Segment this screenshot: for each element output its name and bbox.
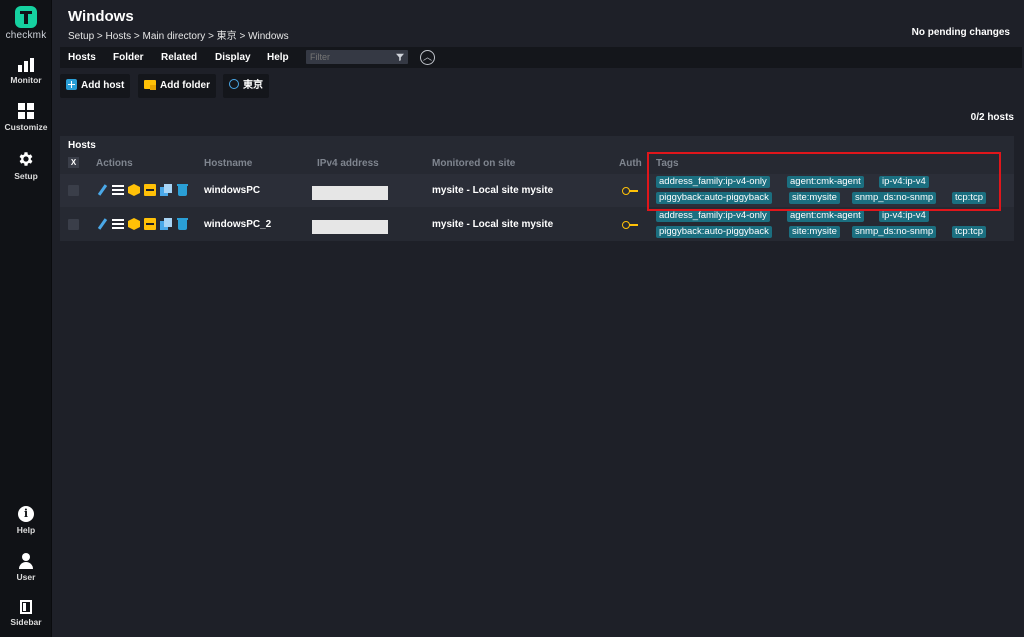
sidebar-item-label: Help — [16, 525, 36, 535]
tag-badge: tcp:tcp — [952, 192, 986, 204]
ipv4-redacted — [312, 220, 388, 234]
customize-grid-icon — [18, 103, 34, 119]
parent-folder-label: 東京 — [243, 80, 263, 91]
hostname-link[interactable]: windowsPC_2 — [204, 219, 271, 230]
add-folder-label: Add folder — [160, 80, 210, 91]
gear-icon — [19, 152, 33, 166]
sidebar-item-label: User — [16, 572, 36, 582]
services-list-icon[interactable] — [112, 184, 124, 196]
parent-folder-button[interactable]: 東京 — [223, 74, 269, 98]
add-host-label: Add host — [81, 80, 125, 91]
main-sidebar: checkmk Monitor Customize Setup i Help U… — [0, 0, 52, 637]
move-icon[interactable] — [144, 218, 156, 230]
plus-icon — [66, 78, 77, 90]
rules-hexagon-icon[interactable] — [128, 184, 140, 196]
host-count: 0/2 hosts — [970, 112, 1014, 123]
user-icon — [18, 553, 34, 569]
site-value: mysite - Local site mysite — [432, 219, 554, 230]
row-actions — [96, 218, 192, 231]
add-host-button[interactable]: Add host — [60, 74, 131, 98]
info-icon: i — [18, 506, 34, 522]
sidebar-item-label: Customize — [4, 122, 48, 132]
tag-badge: snmp_ds:no-snmp — [852, 226, 937, 238]
row-checkbox[interactable] — [68, 185, 79, 196]
table-row: windowsPC mysite - Local site mysite add… — [60, 174, 1014, 207]
filter-box — [306, 50, 408, 64]
filter-input[interactable] — [310, 50, 392, 64]
tag-badge: agent:cmk-agent — [787, 210, 864, 222]
table-row: windowsPC_2 mysite - Local site mysite a… — [60, 208, 1014, 241]
sidebar-item-customize[interactable]: Customize — [0, 102, 52, 132]
sidebar-item-label: Monitor — [10, 75, 42, 85]
row-actions — [96, 184, 192, 197]
folder-nav-icon — [229, 79, 239, 90]
row-checkbox[interactable] — [68, 219, 79, 230]
auth-key-icon — [622, 221, 638, 229]
sidebar-item-setup[interactable]: Setup — [0, 150, 52, 181]
menu-display[interactable]: Display — [215, 52, 251, 63]
column-header-actions: Actions — [96, 158, 133, 169]
page-header: Windows Setup > Hosts > Main directory >… — [52, 0, 1024, 46]
clone-icon[interactable] — [160, 218, 172, 230]
column-header-tags: Tags — [656, 158, 679, 169]
hosts-table: Hosts X Actions Hostname IPv4 address Mo… — [60, 136, 1014, 241]
edit-icon[interactable] — [96, 218, 108, 230]
clone-icon[interactable] — [160, 184, 172, 196]
auth-key-icon — [622, 187, 638, 195]
sidebar-item-label: Setup — [14, 171, 38, 181]
sidebar-toggle-icon — [20, 600, 32, 614]
breadcrumb[interactable]: Setup > Hosts > Main directory > 東京 > Wi… — [68, 27, 289, 42]
filter-icon[interactable] — [396, 53, 404, 61]
edit-icon[interactable] — [96, 184, 108, 196]
site-value: mysite - Local site mysite — [432, 185, 554, 196]
page-title: Windows — [68, 8, 134, 25]
tag-badge: snmp_ds:no-snmp — [852, 192, 937, 204]
menu-related[interactable]: Related — [161, 52, 197, 63]
page-menu-bar: Hosts Folder Related Display Help ︿ — [60, 47, 1022, 68]
collapse-toggle-icon[interactable]: ︿ — [420, 50, 435, 65]
tag-badge: agent:cmk-agent — [787, 176, 864, 188]
tag-badge: address_family:ip-v4-only — [656, 176, 770, 188]
sidebar-item-label: Sidebar — [10, 617, 42, 627]
move-icon[interactable] — [144, 184, 156, 196]
folder-icon — [144, 79, 156, 90]
tag-badge: ip-v4:ip-v4 — [879, 176, 929, 188]
sidebar-item-help[interactable]: i Help — [0, 505, 52, 535]
tag-badge: piggyback:auto-piggyback — [656, 192, 772, 204]
menu-folder[interactable]: Folder — [113, 52, 144, 63]
monitor-icon — [18, 58, 34, 72]
menu-hosts[interactable]: Hosts — [68, 52, 96, 63]
tag-badge: site:mysite — [789, 192, 840, 204]
sidebar-item-monitor[interactable]: Monitor — [0, 56, 52, 85]
select-all-toggle[interactable]: X — [68, 157, 79, 168]
column-header-hostname[interactable]: Hostname — [204, 158, 252, 169]
hostname-link[interactable]: windowsPC — [204, 185, 260, 196]
ipv4-redacted — [312, 186, 388, 200]
checkmk-logo[interactable]: checkmk — [0, 4, 52, 41]
logo-text: checkmk — [5, 30, 47, 41]
tag-badge: piggyback:auto-piggyback — [656, 226, 772, 238]
tag-badge: site:mysite — [789, 226, 840, 238]
tag-badge: address_family:ip-v4-only — [656, 210, 770, 222]
pending-changes-status[interactable]: No pending changes — [912, 27, 1010, 38]
column-header-ipv4[interactable]: IPv4 address — [317, 158, 379, 169]
column-header-site[interactable]: Monitored on site — [432, 158, 515, 169]
sidebar-item-sidebar[interactable]: Sidebar — [0, 598, 52, 627]
rules-hexagon-icon[interactable] — [128, 218, 140, 230]
sidebar-item-user[interactable]: User — [0, 552, 52, 582]
table-title: Hosts — [68, 140, 96, 151]
column-header-auth: Auth — [619, 158, 642, 169]
menu-help[interactable]: Help — [267, 52, 289, 63]
tag-badge: tcp:tcp — [952, 226, 986, 238]
add-folder-button[interactable]: Add folder — [138, 74, 216, 98]
delete-trash-icon[interactable] — [176, 184, 188, 196]
tag-badge: ip-v4:ip-v4 — [879, 210, 929, 222]
services-list-icon[interactable] — [112, 218, 124, 230]
checkmk-logo-icon — [15, 6, 37, 28]
delete-trash-icon[interactable] — [176, 218, 188, 230]
